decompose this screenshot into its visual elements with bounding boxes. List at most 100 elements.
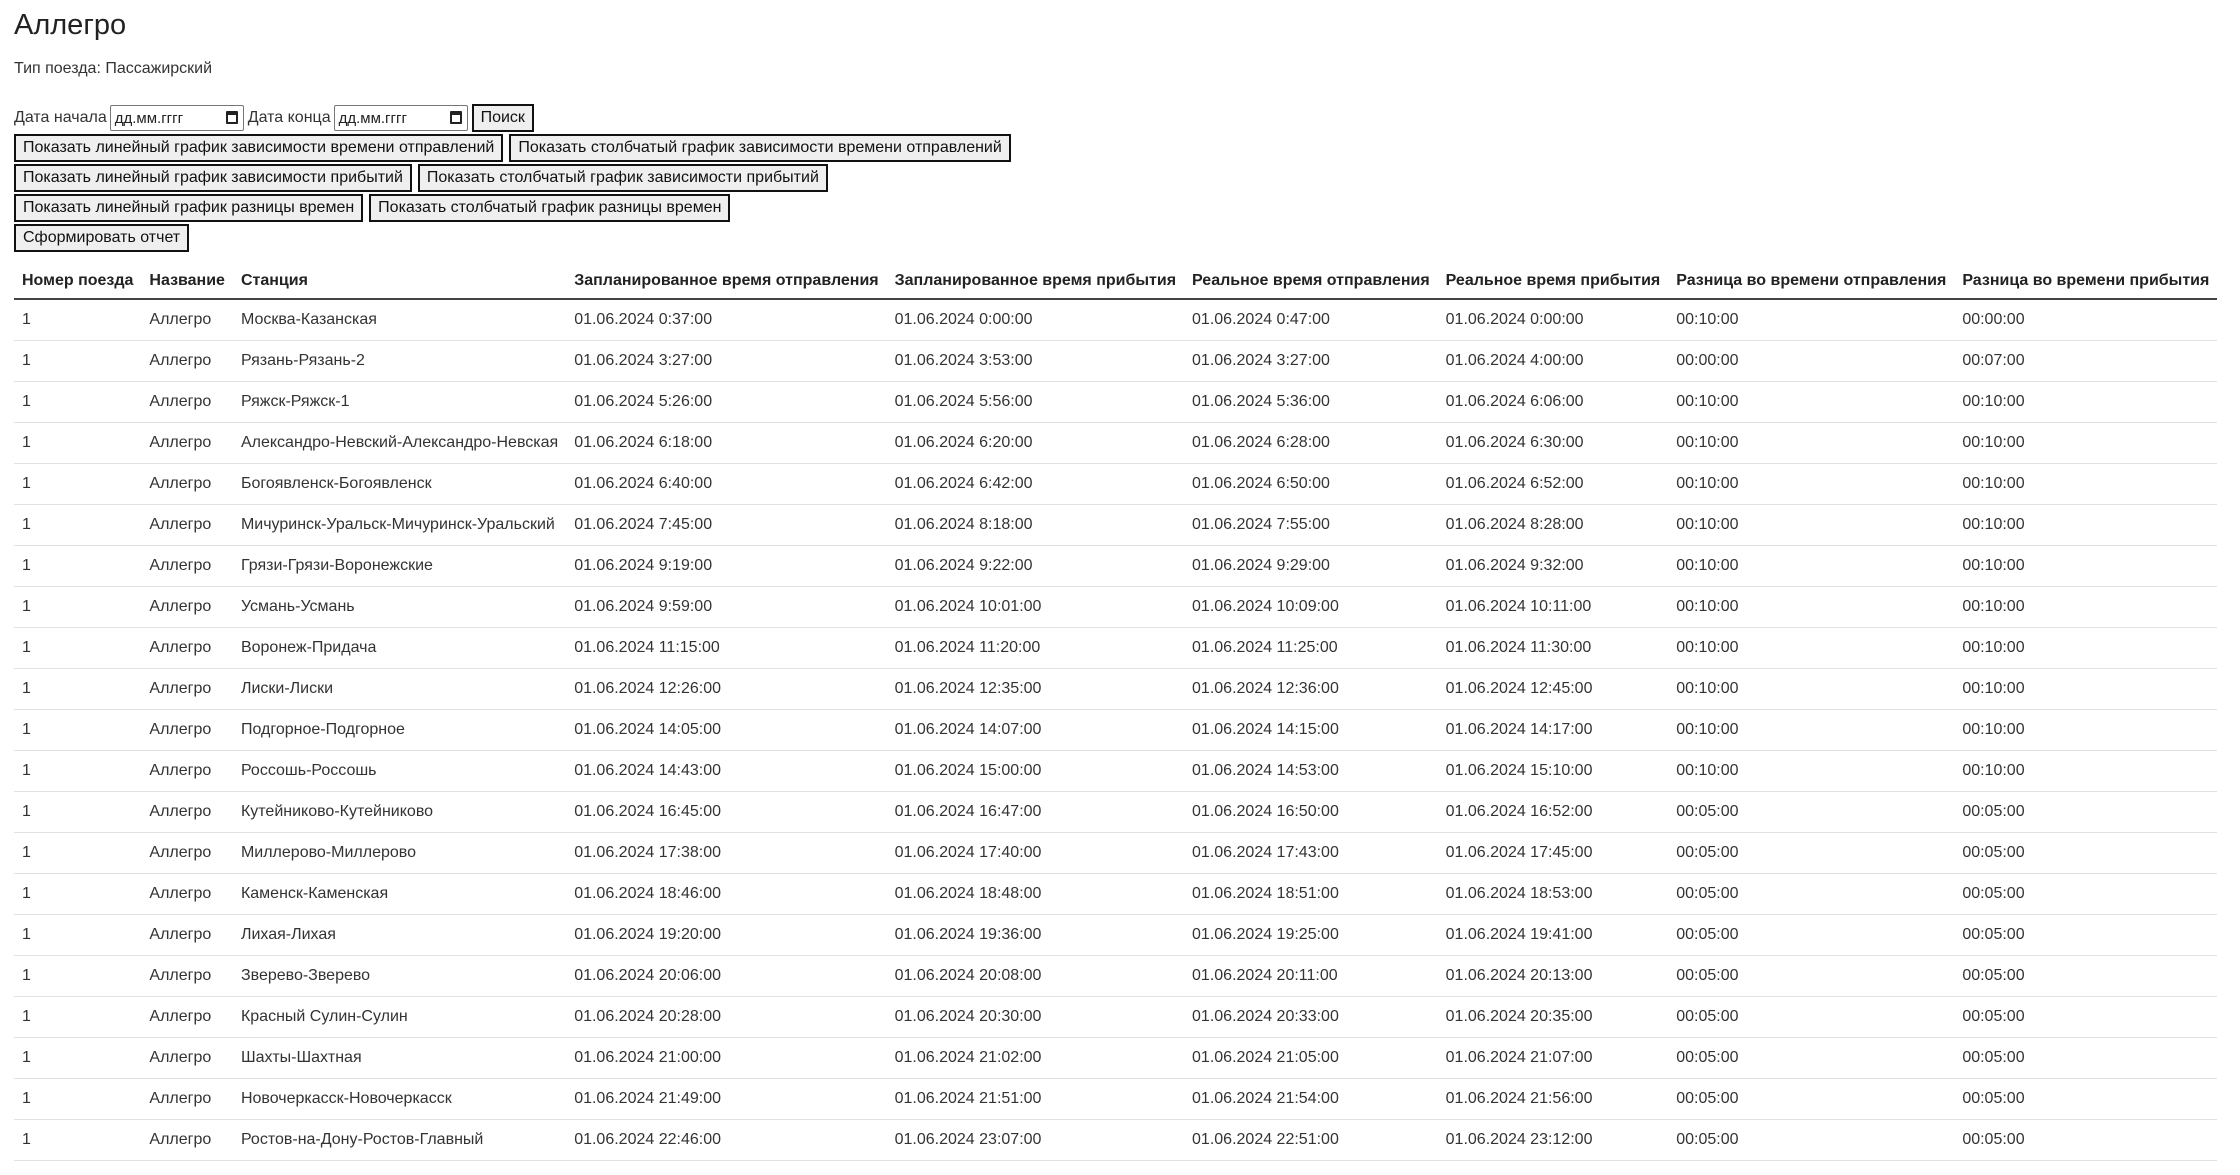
generate-report-button[interactable]: Сформировать отчет (14, 224, 190, 252)
table-cell: 1 (14, 873, 142, 915)
table-cell: 00:10:00 (1668, 422, 1955, 464)
table-cell: 01.06.2024 14:43:00 (566, 750, 887, 792)
table-cell: 01.06.2024 14:05:00 (566, 709, 887, 751)
table-cell: Аллегро (141, 586, 233, 628)
table-cell: 00:10:00 (1954, 668, 2218, 710)
table-cell: 00:05:00 (1954, 873, 2218, 915)
table-cell: Аллегро (141, 668, 233, 710)
table-cell: 00:05:00 (1954, 955, 2218, 997)
table-cell: 01.06.2024 20:11:00 (1184, 955, 1438, 997)
table-cell: 01.06.2024 9:22:00 (886, 545, 1185, 587)
table-cell: Аллегро (141, 545, 233, 587)
table-cell: Россошь-Россошь (232, 750, 567, 792)
chart-buttons-row-3: Показать линейный график разницы времен … (14, 194, 2240, 222)
table-cell: 01.06.2024 3:27:00 (1184, 340, 1438, 382)
table-cell: 01.06.2024 20:35:00 (1437, 996, 1669, 1038)
table-cell: 01.06.2024 10:11:00 (1437, 586, 1669, 628)
table-cell: 1 (14, 340, 142, 382)
table-cell: 01.06.2024 19:41:00 (1437, 914, 1669, 956)
column-header: Реальное время прибытия (1437, 264, 1669, 300)
table-cell: 01.06.2024 14:07:00 (886, 709, 1185, 751)
table-cell: 01.06.2024 17:40:00 (886, 832, 1185, 874)
table-cell: Аллегро (141, 381, 233, 423)
table-cell: 1 (14, 422, 142, 464)
line-chart-diff-button[interactable]: Показать линейный график разницы времен (14, 194, 364, 222)
column-header: Запланированное время отправления (566, 264, 887, 300)
table-cell: 1 (14, 1119, 142, 1161)
table-cell: Аллегро (141, 1037, 233, 1079)
table-cell: Москва-Казанская (232, 299, 567, 341)
table-cell: 00:05:00 (1954, 1078, 2218, 1120)
table-cell: 00:10:00 (1954, 750, 2218, 792)
start-date-label: Дата начала (14, 109, 107, 126)
table-cell: 01.06.2024 11:30:00 (1437, 627, 1669, 669)
start-date-input[interactable]: дд.мм.гггг (109, 105, 244, 131)
table-cell: Аллегро (141, 873, 233, 915)
table-cell: 00:10:00 (1954, 627, 2218, 669)
line-chart-arrival-button[interactable]: Показать линейный график зависимости при… (14, 164, 412, 192)
end-date-input[interactable]: дд.мм.гггг (333, 105, 468, 131)
search-button[interactable]: Поиск (471, 104, 534, 132)
table-cell: 01.06.2024 20:30:00 (886, 996, 1185, 1038)
table-row: 1 Аллегро Миллерово-Миллерово 01.06.2024 17… (14, 832, 2218, 874)
table-cell: 01.06.2024 6:40:00 (566, 463, 887, 505)
table-cell: 01.06.2024 17:45:00 (1437, 832, 1669, 874)
table-cell: 01.06.2024 15:00:00 (886, 750, 1185, 792)
table-cell: 00:05:00 (1668, 873, 1955, 915)
table-cell: Ростов-на-Дону-Ростов-Главный (232, 1119, 567, 1161)
table-cell: 01.06.2024 6:30:00 (1437, 422, 1669, 464)
date-filter-bar: Дата начала дд.мм.гггг Дата конца дд.мм.… (14, 104, 2240, 132)
table-cell: 1 (14, 955, 142, 997)
column-header: Разница во времени отправления (1668, 264, 1955, 300)
table-cell: 1 (14, 381, 142, 423)
table-cell: 00:10:00 (1954, 381, 2218, 423)
calendar-icon[interactable] (225, 111, 238, 124)
table-cell: 01.06.2024 18:53:00 (1437, 873, 1669, 915)
table-cell: 00:10:00 (1668, 463, 1955, 505)
table-cell: Аллегро (141, 299, 233, 341)
table-body: 1 Аллегро Москва-Казанская 01.06.2024 0:37:… (14, 299, 2218, 1161)
table-cell: 01.06.2024 5:36:00 (1184, 381, 1438, 423)
table-cell: Лихая-Лихая (232, 914, 567, 956)
table-cell: 1 (14, 545, 142, 587)
table-cell: 01.06.2024 6:18:00 (566, 422, 887, 464)
table-cell: 01.06.2024 19:20:00 (566, 914, 887, 956)
bar-chart-departure-button[interactable]: Показать столбчатый график зависимости в… (509, 134, 1011, 162)
calendar-icon[interactable] (449, 111, 462, 124)
table-cell: 01.06.2024 4:00:00 (1437, 340, 1669, 382)
table-cell: 01.06.2024 23:12:00 (1437, 1119, 1669, 1161)
table-cell: 00:10:00 (1668, 709, 1955, 751)
table-cell: 01.06.2024 21:00:00 (566, 1037, 887, 1079)
table-cell: Усмань-Усмань (232, 586, 567, 628)
table-cell: Аллегро (141, 1119, 233, 1161)
bar-chart-diff-button[interactable]: Показать столбчатый график разницы време… (369, 194, 731, 222)
table-cell: 01.06.2024 17:43:00 (1184, 832, 1438, 874)
table-cell: Воронеж-Придача (232, 627, 567, 669)
table-cell: 1 (14, 750, 142, 792)
table-cell: 1 (14, 914, 142, 956)
table-cell: 01.06.2024 12:45:00 (1437, 668, 1669, 710)
table-row: 1 Аллегро Новочеркасск-Новочеркасск 01.06.2… (14, 1078, 2218, 1120)
table-cell: 01.06.2024 16:47:00 (886, 791, 1185, 833)
end-date-label: Дата конца (247, 109, 331, 126)
table-header-row: Номер поезда Название Станция Запланиров… (14, 264, 2218, 300)
table-cell: 01.06.2024 23:07:00 (886, 1119, 1185, 1161)
table-cell: 01.06.2024 16:50:00 (1184, 791, 1438, 833)
table-cell: 00:00:00 (1668, 340, 1955, 382)
table-cell: 00:05:00 (1954, 996, 2218, 1038)
table-cell: Рязань-Рязань-2 (232, 340, 567, 382)
table-cell: 00:05:00 (1954, 791, 2218, 833)
table-cell: 01.06.2024 17:38:00 (566, 832, 887, 874)
page-title: Аллегро (14, 9, 127, 41)
table-cell: 01.06.2024 21:02:00 (886, 1037, 1185, 1079)
column-header: Станция (232, 264, 567, 300)
table-cell: 01.06.2024 22:51:00 (1184, 1119, 1438, 1161)
table-cell: 00:05:00 (1668, 832, 1955, 874)
bar-chart-arrival-button[interactable]: Показать столбчатый график зависимости п… (417, 164, 828, 192)
table-cell: 00:05:00 (1954, 914, 2218, 956)
line-chart-departure-button[interactable]: Показать линейный график зависимости вре… (14, 134, 504, 162)
table-cell: 01.06.2024 21:07:00 (1437, 1037, 1669, 1079)
table-row: 1 Аллегро Воронеж-Придача 01.06.2024 11:15:… (14, 627, 2218, 669)
column-header: Название (141, 264, 233, 300)
table-cell: 01.06.2024 3:53:00 (886, 340, 1185, 382)
